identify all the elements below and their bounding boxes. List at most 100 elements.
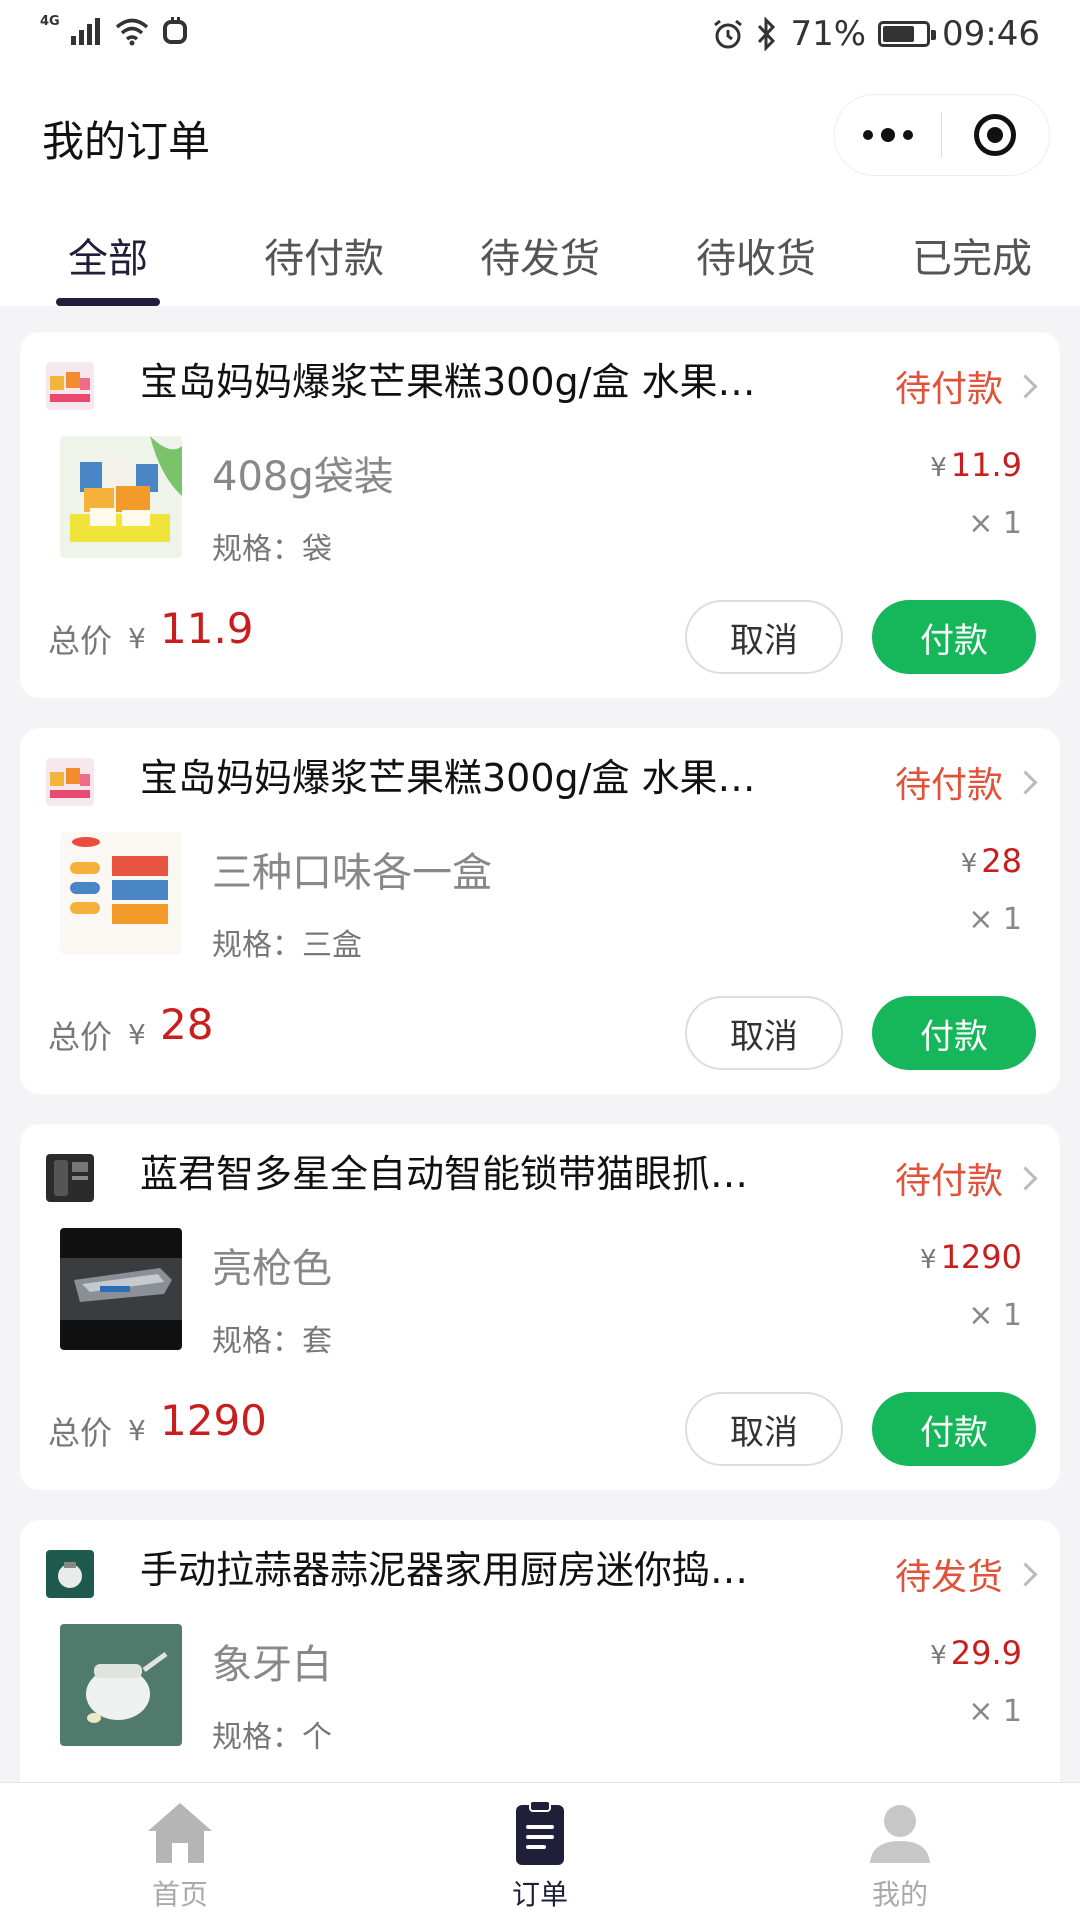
currency-symbol: ¥ (128, 622, 146, 655)
order-title: 蓝君智多星全自动智能锁带猫眼抓… (140, 1152, 749, 1196)
cancel-button[interactable]: 取消 (685, 996, 843, 1070)
battery-percent: 71% (790, 14, 867, 54)
bluetooth-icon (758, 17, 776, 51)
order-status[interactable]: 待付款 (894, 1152, 1038, 1204)
status-left: 4G (40, 13, 190, 46)
product-spec: 规格：三盒 (212, 928, 362, 963)
order-status-label: 待付款 (894, 1161, 1003, 1202)
total-label: 总价 (48, 1414, 113, 1452)
product-price: ¥28 (961, 842, 1022, 880)
order-card[interactable]: 宝岛妈妈爆浆芒果糕300g/盒 水果… 待付款 三种口味各一盒 规格：三盒 ¥2… (20, 728, 1060, 1094)
order-card[interactable]: 蓝君智多星全自动智能锁带猫眼抓… 待付款 亮枪色 规格：套 ¥1290 × 1 … (20, 1124, 1060, 1490)
tab-pending-payment[interactable]: 待付款 (216, 198, 432, 306)
order-status[interactable]: 待发货 (894, 1548, 1038, 1600)
clock: 09:46 (942, 14, 1040, 54)
product-price-value: 28 (981, 842, 1022, 880)
order-status[interactable]: 待付款 (894, 360, 1038, 412)
product-quantity: × 1 (968, 902, 1022, 937)
product-quantity: × 1 (968, 1694, 1022, 1729)
miniprogram-capsule (834, 94, 1050, 176)
product-image (60, 436, 182, 558)
page-title: 我的订单 (42, 117, 211, 166)
chevron-right-icon (1013, 769, 1038, 795)
currency-symbol: ¥ (920, 1245, 937, 1275)
order-header: 宝岛妈妈爆浆芒果糕300g/盒 水果… 待付款 (46, 356, 1038, 410)
nav-profile[interactable]: 我的 (720, 1783, 1080, 1921)
order-status-label: 待发货 (894, 1557, 1003, 1598)
nav-home-label: 首页 (151, 1878, 208, 1911)
product-spec: 规格：袋 (212, 532, 332, 567)
profile-icon (870, 1805, 930, 1863)
signal-icon (70, 18, 100, 45)
total-price: 28 (160, 1000, 214, 1049)
currency-symbol: ¥ (960, 849, 978, 879)
chevron-right-icon (1013, 1561, 1038, 1587)
shop-thumbnail (46, 1550, 94, 1598)
order-title: 手动拉蒜器蒜泥器家用厨房迷你捣… (140, 1548, 749, 1592)
currency-symbol: ¥ (128, 1414, 146, 1447)
product-image (60, 1228, 182, 1350)
battery-fill (883, 26, 915, 42)
pay-button[interactable]: 付款 (872, 600, 1036, 674)
more-dot-icon (881, 128, 895, 142)
network-type: 4G (40, 13, 60, 29)
product-price: ¥1290 (920, 1238, 1022, 1276)
tab-completed[interactable]: 已完成 (864, 198, 1080, 306)
chevron-right-icon (1013, 1165, 1038, 1191)
currency-symbol: ¥ (930, 453, 947, 483)
home-icon (148, 1803, 212, 1863)
order-card[interactable]: 宝岛妈妈爆浆芒果糕300g/盒 水果… 待付款 408g袋装 规格：袋 ¥11.… (20, 332, 1060, 698)
bottom-nav: 首页 订单 我的 (0, 1782, 1080, 1921)
nav-profile-label: 我的 (871, 1878, 928, 1911)
product-image (60, 1624, 182, 1746)
tab-pending-shipment[interactable]: 待发货 (432, 198, 648, 306)
order-status[interactable]: 待付款 (895, 756, 1038, 808)
shop-thumbnail (46, 758, 94, 806)
product-price: ¥11.9 (930, 446, 1022, 484)
product-spec: 规格：个 (212, 1720, 332, 1755)
product-price-value: 11.9 (950, 446, 1022, 484)
pay-button[interactable]: 付款 (872, 996, 1036, 1070)
order-title-clip: 蓝君智多星全自动智能锁带猫眼抓… (140, 1148, 780, 1204)
product-spec: 规格：套 (212, 1324, 332, 1359)
order-tabs: 全部 待付款 待发货 待收货 已完成 (0, 198, 1080, 306)
product-quantity: × 1 (968, 506, 1022, 541)
chevron-right-icon (1013, 373, 1038, 399)
product-variant: 亮枪色 (212, 1246, 332, 1292)
close-miniprogram-button[interactable] (942, 95, 1048, 175)
more-button[interactable] (835, 95, 941, 175)
total-label: 总价 (48, 1018, 113, 1056)
cancel-button[interactable]: 取消 (685, 1392, 843, 1466)
more-dot-icon (863, 130, 873, 140)
order-status-label: 待付款 (894, 369, 1003, 410)
shop-thumbnail (46, 1154, 94, 1202)
order-title-clip: 宝岛妈妈爆浆芒果糕300g/盒 水果… (140, 356, 780, 412)
nav-orders[interactable]: 订单 (360, 1783, 720, 1921)
nav-home[interactable]: 首页 (0, 1783, 360, 1921)
order-header: 蓝君智多星全自动智能锁带猫眼抓… 待付款 (46, 1148, 1038, 1202)
order-title: 宝岛妈妈爆浆芒果糕300g/盒 水果… (140, 756, 756, 800)
header: 我的订单 (0, 72, 1080, 198)
order-header: 宝岛妈妈爆浆芒果糕300g/盒 水果… 待付款 (46, 752, 1038, 806)
status-bar: 4G 71% 09:46 (0, 0, 1080, 72)
wifi-icon (115, 18, 148, 46)
order-list: 宝岛妈妈爆浆芒果糕300g/盒 水果… 待付款 408g袋装 规格：袋 ¥11.… (20, 332, 1060, 1916)
cancel-button[interactable]: 取消 (685, 600, 843, 674)
pay-button[interactable]: 付款 (872, 1392, 1036, 1466)
tab-pending-receipt[interactable]: 待收货 (648, 198, 864, 306)
tab-all[interactable]: 全部 (0, 198, 216, 306)
alarm-icon (714, 19, 743, 49)
status-right: 71% 09:46 (712, 14, 1040, 54)
order-header: 手动拉蒜器蒜泥器家用厨房迷你捣… 待发货 (46, 1544, 1038, 1598)
orders-icon (516, 1800, 564, 1865)
order-title-clip: 宝岛妈妈爆浆芒果糕300g/盒 水果… (140, 752, 780, 808)
product-price-value: 29.9 (950, 1634, 1022, 1672)
nav-orders-label: 订单 (511, 1878, 568, 1911)
total-price: 11.9 (160, 604, 254, 653)
product-image (60, 832, 182, 954)
order-title-clip: 手动拉蒜器蒜泥器家用厨房迷你捣… (140, 1544, 780, 1600)
product-variant: 408g袋装 (212, 454, 394, 500)
product-price-value: 1290 (940, 1238, 1022, 1276)
currency-symbol: ¥ (128, 1018, 146, 1051)
more-dot-icon (903, 130, 913, 140)
